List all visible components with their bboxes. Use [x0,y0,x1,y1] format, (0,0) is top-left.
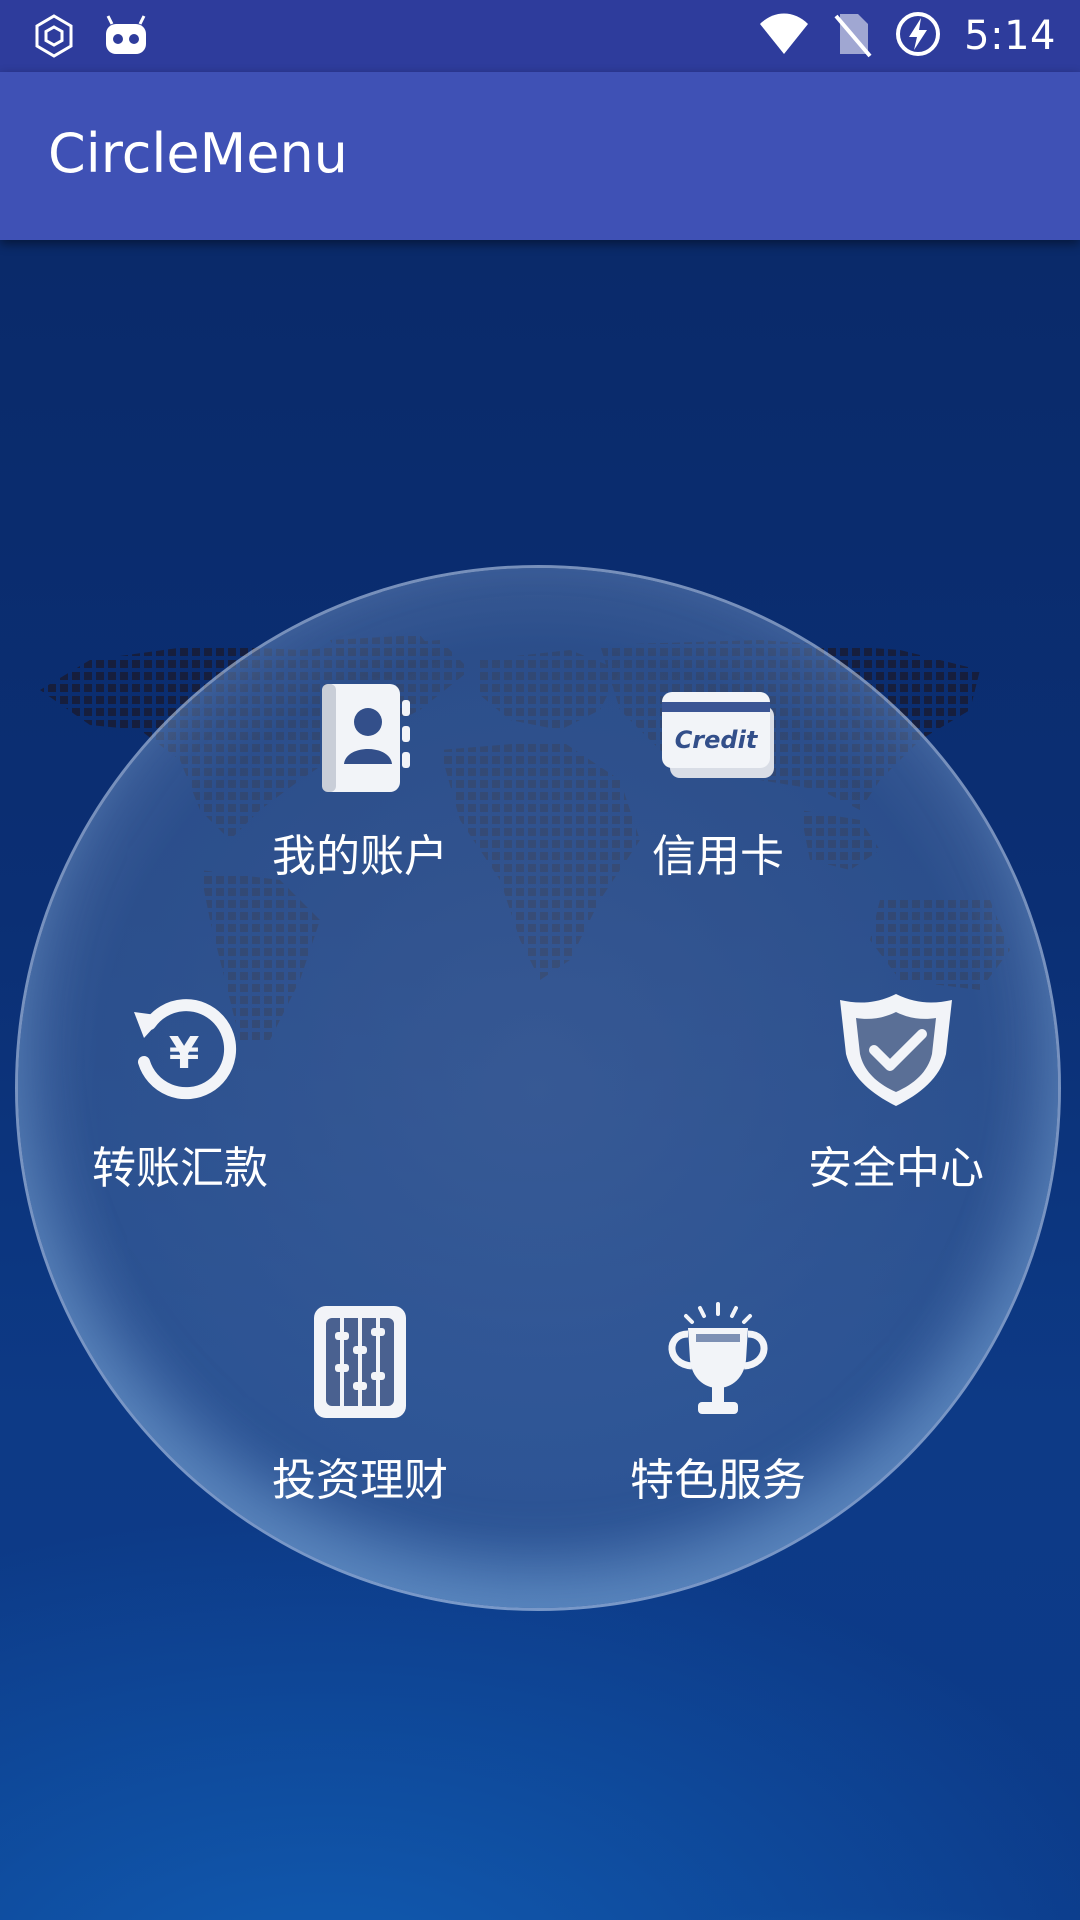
app-title: CircleMenu [48,122,348,185]
menu-item-label: 投资理财 [272,1455,448,1506]
menu-item-my-account[interactable]: 我的账户 [240,678,480,898]
app-bar: CircleMenu [0,72,1080,240]
yen-transfer-icon: ¥ [134,999,237,1100]
status-time: 5:14 [964,13,1056,59]
menu-item-special-service[interactable]: 特色服务 [598,1302,838,1522]
trophy-icon [668,1302,768,1414]
menu-item-transfer[interactable]: ¥ 转账汇款 [60,990,300,1210]
android-robot-icon [102,12,150,64]
abacus-icon [314,1306,406,1418]
svg-text:Credit: Credit [675,726,759,754]
battery-charging-icon [894,10,942,62]
menu-item-security[interactable]: 安全中心 [776,990,1016,1210]
svg-text:¥: ¥ [169,1028,200,1079]
menu-item-label: 转账汇款 [92,1143,268,1194]
menu-item-label: 特色服务 [630,1455,806,1506]
menu-item-credit-card[interactable]: Credit 信用卡 [598,678,838,898]
menu-item-label: 安全中心 [808,1143,984,1194]
settings-hex-icon [30,12,78,64]
menu-item-investment[interactable]: 投资理财 [240,1302,480,1522]
credit-card-icon: Credit [662,692,774,778]
wifi-icon [758,12,810,60]
status-bar: 5:14 [0,0,1080,72]
contacts-book-icon [322,684,410,792]
no-sim-icon [832,10,872,62]
status-icons: 5:14 [758,0,1056,72]
shield-check-icon [840,994,952,1106]
menu-item-label: 信用卡 [652,831,784,882]
menu-item-label: 我的账户 [272,831,448,882]
